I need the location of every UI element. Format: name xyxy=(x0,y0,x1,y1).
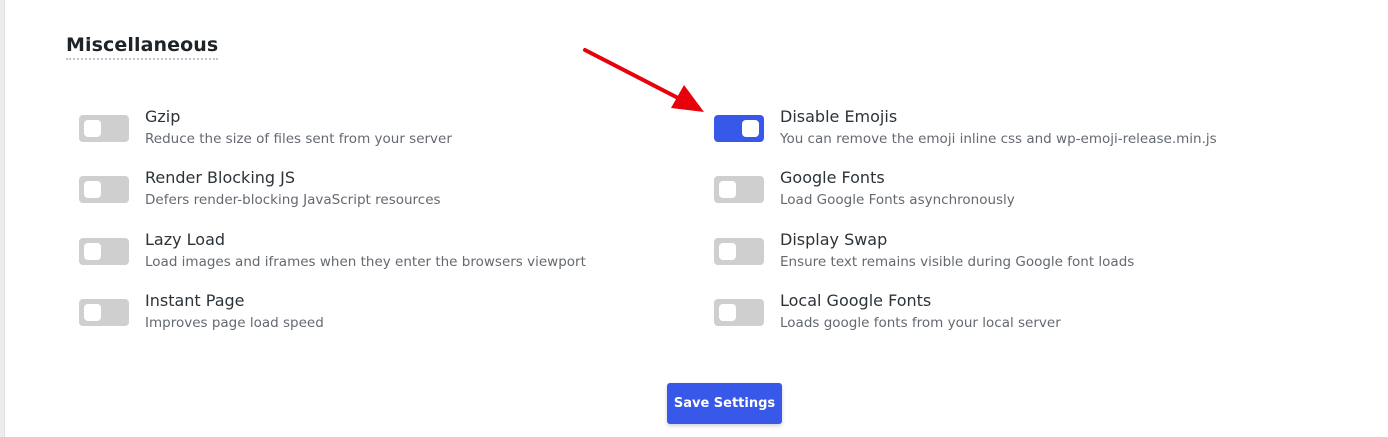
admin-sidebar-edge xyxy=(0,0,5,437)
option-title: Display Swap xyxy=(780,229,888,249)
toggle-knob xyxy=(84,120,101,137)
instant-page-toggle[interactable] xyxy=(79,298,129,326)
option-title: Instant Page xyxy=(145,290,245,310)
option-title: Google Fonts xyxy=(780,168,885,188)
option-title: Disable Emojis xyxy=(780,107,898,126)
option-description: Improves page load speed xyxy=(145,314,324,331)
option-title: Lazy Load xyxy=(145,229,226,249)
option-description: You can remove the emoji inline css and … xyxy=(780,131,1217,147)
option-description: Defers render-blocking JavaScript resour… xyxy=(145,192,441,209)
option-text: Lazy Load Load images and iframes when t… xyxy=(145,229,586,272)
toggle-knob xyxy=(84,303,101,321)
local-google-fonts-toggle[interactable] xyxy=(714,298,764,326)
option-title: Render Blocking JS xyxy=(145,168,296,188)
option-description: Loads google fonts from your local serve… xyxy=(780,314,1061,331)
display-swap-toggle[interactable] xyxy=(714,237,764,265)
option-title: Local Google Fonts xyxy=(780,290,932,310)
disable-emojis-toggle[interactable] xyxy=(714,115,764,142)
toggle-knob xyxy=(84,181,101,199)
google-fonts-toggle[interactable] xyxy=(714,176,764,204)
option-description: Load Google Fonts asynchronously xyxy=(780,192,1015,209)
red-arrow-icon xyxy=(583,48,704,112)
option-description: Reduce the size of files sent from your … xyxy=(145,131,452,147)
section-title: Miscellaneous xyxy=(66,34,219,60)
arrow-shaft xyxy=(583,48,682,101)
save-settings-button[interactable]: Save Settings xyxy=(667,383,782,424)
option-text: Local Google Fonts Loads google fonts fr… xyxy=(780,290,1061,333)
option-text: Gzip Reduce the size of files sent from … xyxy=(145,106,452,149)
toggle-knob xyxy=(719,181,736,199)
toggle-knob xyxy=(742,120,759,137)
option-description: Ensure text remains visible during Googl… xyxy=(780,253,1135,270)
option-text: Render Blocking JS Defers render-blockin… xyxy=(145,167,441,210)
render-blocking-js-toggle[interactable] xyxy=(79,176,129,204)
settings-page: Miscellaneous Gzip Reduce the size of fi… xyxy=(0,0,1388,437)
toggle-knob xyxy=(84,242,101,260)
option-description: Load images and iframes when they enter … xyxy=(145,253,586,270)
option-text: Google Fonts Load Google Fonts asynchron… xyxy=(780,167,1015,210)
option-text: Disable Emojis You can remove the emoji … xyxy=(780,106,1217,149)
toggle-knob xyxy=(719,303,736,321)
gzip-toggle[interactable] xyxy=(79,115,129,142)
option-title: Gzip xyxy=(145,107,181,126)
option-text: Display Swap Ensure text remains visible… xyxy=(780,229,1134,272)
option-text: Instant Page Improves page load speed xyxy=(145,290,324,333)
lazy-load-toggle[interactable] xyxy=(79,237,129,265)
toggle-knob xyxy=(719,242,736,260)
